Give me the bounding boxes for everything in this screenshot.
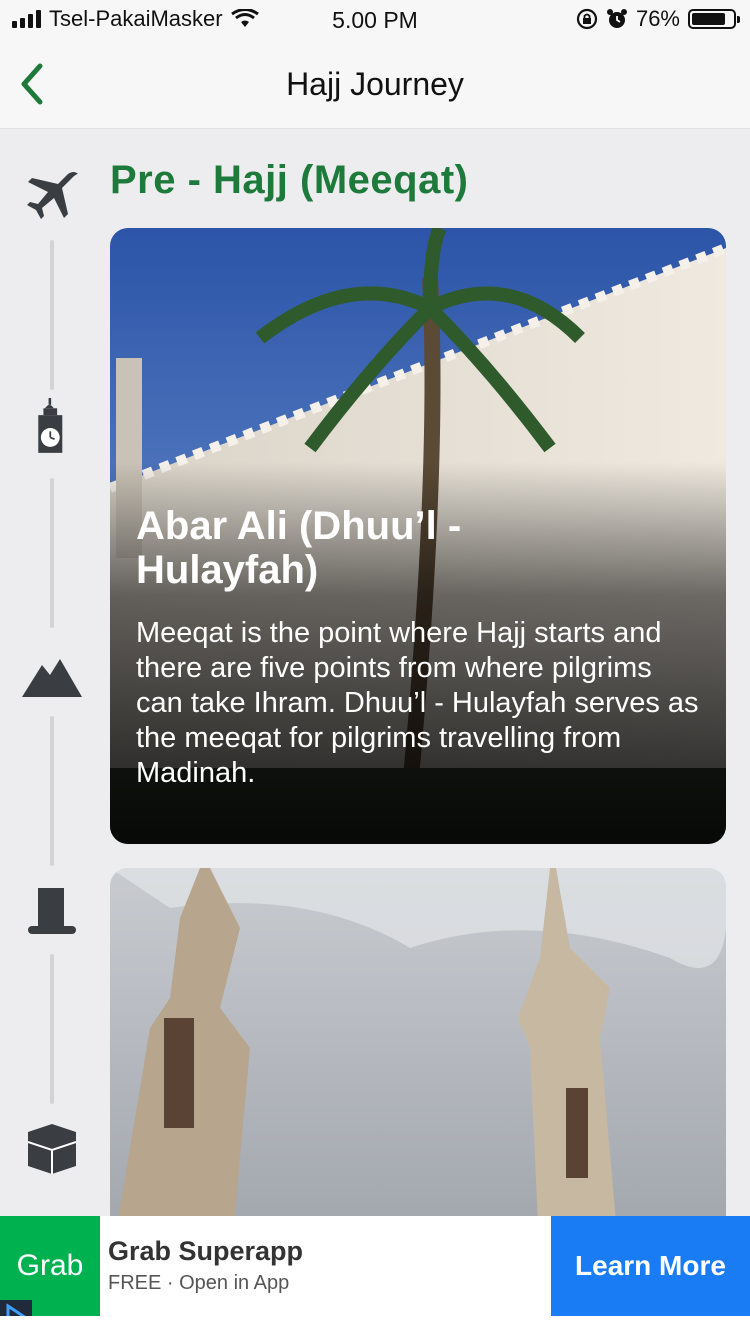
section-title: Pre - Hajj (Meeqat) — [110, 158, 469, 202]
page-title: Hajj Journey — [286, 66, 464, 102]
mountain-icon[interactable] — [22, 648, 82, 708]
bottom-strip — [0, 1316, 750, 1334]
place-card[interactable]: Abar Ali (Dhuu’l - Hulayfah) Meeqat is t… — [110, 228, 726, 844]
journey-timeline — [20, 160, 84, 1216]
learn-more-button[interactable]: Learn More — [551, 1216, 750, 1316]
navigation-bar: Hajj Journey — [0, 40, 750, 129]
ad-subtitle: FREE · Open in App — [108, 1272, 290, 1294]
clock-tower-icon[interactable] — [22, 398, 82, 458]
ad-title: Grab Superapp — [108, 1236, 304, 1266]
card-title: Abar Ali (Dhuu’l - Hulayfah) — [136, 504, 462, 592]
timeline-line — [50, 478, 54, 628]
place-card[interactable] — [110, 868, 726, 1268]
kaaba-icon[interactable] — [22, 1120, 82, 1180]
minaret-photo — [110, 868, 726, 1268]
alarm-icon — [606, 9, 627, 28]
timeline-line — [50, 716, 54, 866]
card-description: Meeqat is the point where Hajj starts an… — [136, 617, 699, 789]
battery-percent: 76% — [635, 6, 680, 31]
status-bar: Tsel-PakaiMasker 5.00 PM 76% — [0, 0, 750, 40]
airplane-icon[interactable] — [22, 166, 82, 226]
battery-icon — [688, 9, 740, 29]
hat-icon[interactable] — [22, 882, 82, 942]
timeline-line — [50, 240, 54, 390]
rotation-lock-icon — [576, 8, 598, 30]
ad-banner[interactable]: Grab Grab Superapp FREE · Open in App Le… — [0, 1216, 750, 1334]
status-right: 76% — [576, 6, 740, 32]
timeline-line — [50, 954, 54, 1104]
